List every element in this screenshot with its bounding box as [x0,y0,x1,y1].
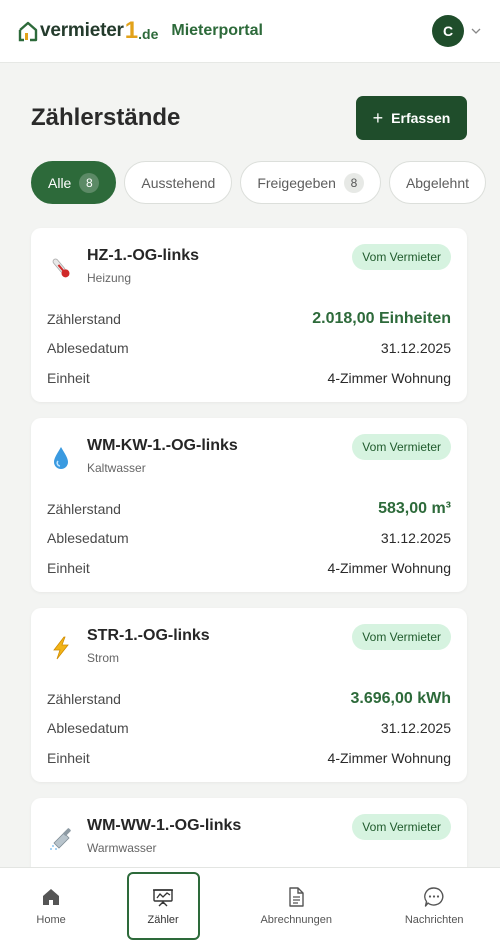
nav-label: Zähler [147,914,179,926]
chevron-down-icon [471,28,481,34]
source-badge: Vom Vermieter [352,624,451,650]
meter-name: STR-1.-OG-links [87,627,210,644]
water-drop-icon [47,444,75,472]
unit-value: 4-Zimmer Wohnung [327,749,451,766]
avatar[interactable]: C [432,15,464,47]
logo[interactable]: vermieter 1 .de [18,17,158,45]
unit-label: Einheit [47,749,90,766]
page-title: Zählerstände [31,104,181,131]
nav-messages[interactable]: Nachrichten [393,872,476,940]
nav-label: Abrechnungen [260,914,333,926]
date-label: Ablesedatum [47,720,129,737]
unit-label: Einheit [47,559,90,576]
filter-count: 8 [343,172,364,193]
meter-name: WM-KW-1.-OG-links [87,437,238,454]
logo-tld: .de [138,25,159,42]
home-icon [43,889,60,905]
portal-title: Mieterportal [171,22,263,39]
meter-name: WM-WW-1.-OG-links [87,817,242,834]
top-header: vermieter 1 .de Mieterportal C [0,0,500,63]
filter-label: Alle [48,174,72,191]
reading-value: 583,00 m³ [378,499,451,517]
meter-type: Warmwasser [87,841,157,855]
reading-label: Zählerstand [47,310,121,327]
unit-value: 4-Zimmer Wohnung [327,559,451,576]
filter-label: Ausstehend [141,174,216,191]
source-badge: Vom Vermieter [352,434,451,460]
logo-text: vermieter [40,20,124,41]
meter-card[interactable]: WM-KW-1.-OG-links Kaltwasser Vom Vermiet… [31,418,467,592]
meter-card[interactable]: STR-1.-OG-links Strom Vom Vermieter Zähl… [31,608,467,782]
filter-pending[interactable]: Ausstehend [124,161,233,204]
source-badge: Vom Vermieter [352,814,451,840]
document-icon [289,887,304,907]
reading-value: 2.018,00 Einheiten [312,309,451,327]
add-button-label: Erfassen [391,110,451,126]
date-label: Ablesedatum [47,340,129,357]
add-reading-button[interactable]: + Erfassen [356,96,467,140]
meter-type: Strom [87,651,120,665]
logo-one: 1 [124,17,139,44]
plus-icon: + [372,108,384,128]
unit-value: 4-Zimmer Wohnung [327,369,451,386]
nav-label: Nachrichten [404,914,464,926]
reading-value: 3.696,00 kWh [350,689,452,707]
date-value: 31.12.2025 [380,340,451,357]
nav-home[interactable]: Home [24,872,77,940]
source-badge: Vom Vermieter [352,244,451,270]
reading-label: Zählerstand [47,690,121,707]
filter-chips: Alle 8 Ausstehend Freigegeben 8 Abgelehn… [31,161,486,204]
unit-label: Einheit [47,369,90,386]
nav-statements[interactable]: Abrechnungen [248,872,344,940]
reading-label: Zählerstand [47,500,121,517]
filter-approved[interactable]: Freigegeben 8 [240,161,381,204]
meter-list: HZ-1.-OG-links Heizung Vom Vermieter Zäh… [31,228,467,944]
meter-name: HZ-1.-OG-links [87,247,200,264]
thermometer-icon [47,254,75,282]
date-value: 31.12.2025 [380,720,451,737]
meter-icon [153,889,174,907]
filter-count: 8 [79,172,100,193]
filter-all[interactable]: Alle 8 [31,161,117,204]
filter-label: Abgelehnt [405,174,469,191]
meter-type: Kaltwasser [87,461,146,475]
filter-label: Freigegeben [257,174,336,191]
lightning-icon [47,634,75,662]
date-value: 31.12.2025 [380,530,451,547]
account-menu[interactable]: C [432,15,482,47]
meter-card[interactable]: HZ-1.-OG-links Heizung Vom Vermieter Zäh… [31,228,467,402]
nav-label: Home [36,914,66,926]
logo-house-icon [18,21,38,42]
nav-meters[interactable]: Zähler [126,872,200,940]
chat-icon [424,887,444,907]
bottom-nav: Home Zähler Abrechnungen Nachrichten [0,867,500,944]
filter-rejected[interactable]: Abgelehnt [388,161,486,204]
date-label: Ablesedatum [47,530,129,547]
shower-icon [47,824,75,852]
meter-type: Heizung [87,271,132,285]
